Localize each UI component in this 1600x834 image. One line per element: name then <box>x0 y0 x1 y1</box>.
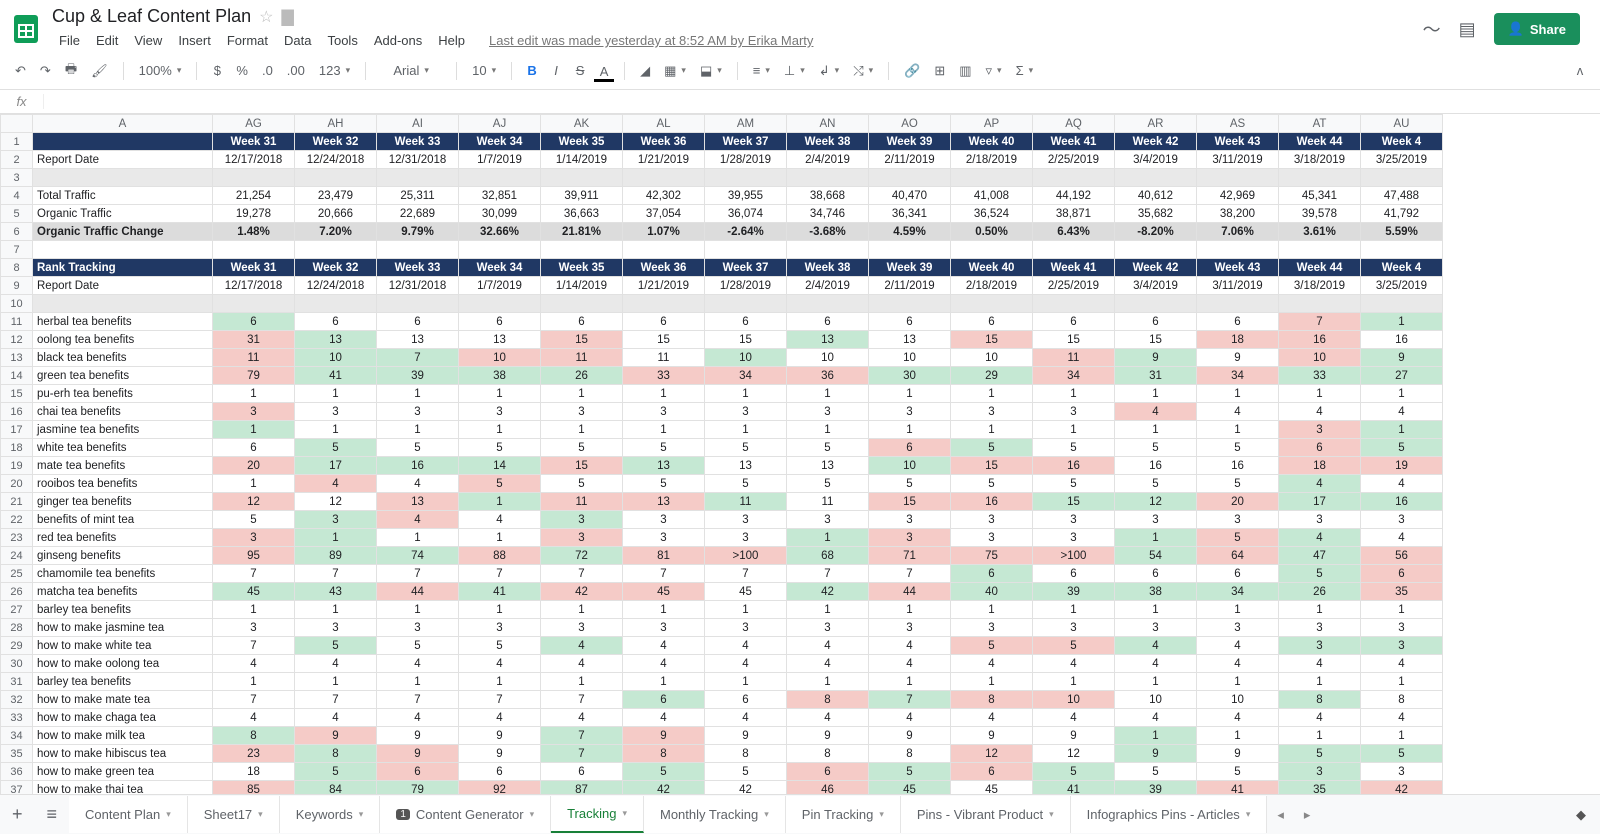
sheets-logo[interactable] <box>8 11 44 47</box>
menu-view[interactable]: View <box>127 29 169 52</box>
menu-help[interactable]: Help <box>431 29 472 52</box>
move-folder-icon[interactable]: ▇ <box>281 7 293 27</box>
bold-button[interactable]: B <box>522 59 542 82</box>
last-edit-label[interactable]: Last edit was made yesterday at 8:52 AM … <box>482 29 820 52</box>
sheet-tab[interactable]: Monthly Tracking▾ <box>644 796 786 833</box>
comments-icon[interactable]: ▤ <box>1459 19 1476 40</box>
spreadsheet-grid[interactable]: AAGAHAIAJAKALAMANAOAPAQARASATAU1Week 31W… <box>0 114 1443 794</box>
undo-icon[interactable]: ↶ <box>10 59 31 83</box>
print-icon[interactable]: 🖶 <box>60 56 82 86</box>
tab-scroll-right-icon[interactable]: ▸ <box>1294 807 1321 823</box>
fx-icon: fx <box>0 94 44 109</box>
borders-icon[interactable]: ▦ <box>659 59 691 83</box>
share-label: Share <box>1530 22 1566 37</box>
sheet-tab[interactable]: Keywords▾ <box>280 796 381 833</box>
menu-edit[interactable]: Edit <box>89 29 125 52</box>
strike-button[interactable]: S <box>570 59 590 82</box>
format-currency[interactable]: $ <box>207 59 227 82</box>
text-rotate-icon[interactable]: ⤭ <box>848 59 878 83</box>
toolbar: ↶ ↷ 🖶 🖌 100% $ % .0 .00 123 Arial 10 B I… <box>0 52 1600 90</box>
menu-addons[interactable]: Add-ons <box>367 29 429 52</box>
more-formats[interactable]: 123 <box>314 59 355 82</box>
insert-comment-icon[interactable]: ⊞ <box>929 59 950 83</box>
document-title[interactable]: Cup & Leaf Content Plan <box>52 6 251 27</box>
text-color-button[interactable]: A <box>594 60 614 82</box>
title-bar: Cup & Leaf Content Plan ☆ ▇ File Edit Vi… <box>0 0 1600 52</box>
explore-button[interactable]: ◆ <box>1562 807 1600 823</box>
font-select[interactable]: Arial <box>376 59 446 82</box>
text-wrap-icon[interactable]: ↲ <box>814 59 844 83</box>
filter-icon[interactable]: ▿ <box>981 59 1007 83</box>
sheet-tab[interactable]: 1Content Generator▾ <box>380 796 551 833</box>
decrease-decimal[interactable]: .0 <box>257 59 278 82</box>
functions-icon[interactable]: Σ <box>1011 59 1039 82</box>
merge-cells-icon[interactable]: ⬓ <box>695 59 727 83</box>
italic-button[interactable]: I <box>546 59 566 82</box>
insert-link-icon[interactable]: 🔗 <box>899 59 925 83</box>
menu-insert[interactable]: Insert <box>171 29 218 52</box>
toolbar-collapse-icon[interactable]: ʌ <box>1570 59 1590 82</box>
paint-format-icon[interactable]: 🖌 <box>86 59 113 83</box>
insert-chart-icon[interactable]: ▥ <box>954 59 976 83</box>
sheet-tab[interactable]: Sheet17▾ <box>188 796 280 833</box>
tab-scroll-left-icon[interactable]: ◂ <box>1267 807 1294 823</box>
sheet-tab[interactable]: Infographics Pins - Articles▾ <box>1071 796 1268 833</box>
activity-icon[interactable]: 〜 <box>1423 16 1441 42</box>
sheet-tab-bar: + ≡ Content Plan▾Sheet17▾Keywords▾1Conte… <box>0 794 1600 834</box>
sheet-tab[interactable]: Pin Tracking▾ <box>786 796 901 833</box>
fill-color-icon[interactable]: ◢ <box>635 59 655 82</box>
sheet-tab[interactable]: Content Plan▾ <box>69 796 188 833</box>
menu-bar: File Edit View Insert Format Data Tools … <box>52 29 1423 52</box>
h-align-icon[interactable]: ≡ <box>748 59 775 82</box>
sheet-tab[interactable]: Pins - Vibrant Product▾ <box>901 796 1071 833</box>
sheet-tab[interactable]: Tracking▾ <box>551 796 644 833</box>
v-align-icon[interactable]: ⊥ <box>779 59 810 83</box>
person-add-icon: 👤 <box>1508 21 1524 37</box>
sheet-area[interactable]: AAGAHAIAJAKALAMANAOAPAQARASATAU1Week 31W… <box>0 114 1600 794</box>
format-percent[interactable]: % <box>231 59 253 82</box>
all-sheets-button[interactable]: ≡ <box>35 804 70 825</box>
zoom-select[interactable]: 100% <box>134 59 187 82</box>
formula-bar: fx <box>0 90 1600 114</box>
redo-icon[interactable]: ↷ <box>35 59 56 83</box>
font-size-select[interactable]: 10 <box>467 59 501 82</box>
share-button[interactable]: 👤 Share <box>1494 13 1580 45</box>
menu-file[interactable]: File <box>52 29 87 52</box>
menu-data[interactable]: Data <box>277 29 318 52</box>
menu-tools[interactable]: Tools <box>320 29 364 52</box>
menu-format[interactable]: Format <box>220 29 275 52</box>
increase-decimal[interactable]: .00 <box>282 59 310 82</box>
add-sheet-button[interactable]: + <box>0 804 35 825</box>
star-icon[interactable]: ☆ <box>259 7 273 27</box>
